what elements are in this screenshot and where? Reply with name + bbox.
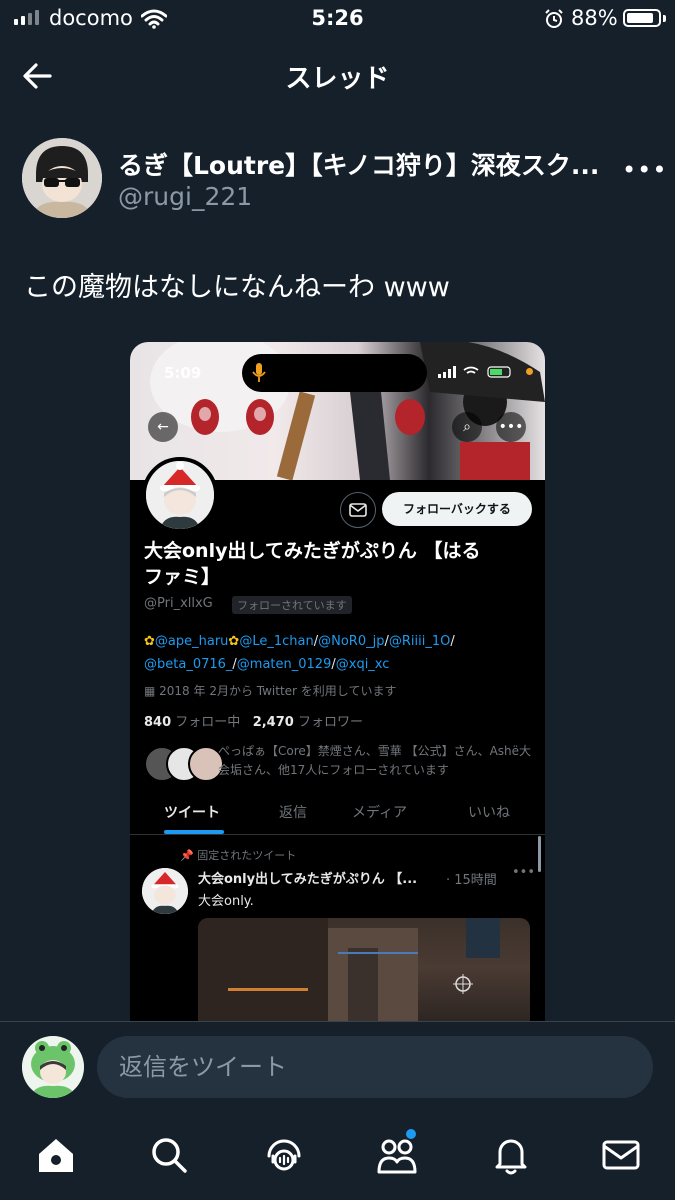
embedded-profile-avatar — [142, 457, 218, 533]
bio-mention: @Riiii_1O — [388, 634, 451, 649]
embedded-followers-count: 2,470 — [252, 715, 294, 730]
embedded-profile-tabs: ツイート 返信 メディア いいね — [130, 794, 545, 835]
embedded-privacy-dot — [526, 368, 533, 375]
calendar-icon: ▦ — [144, 684, 160, 698]
embedded-tweet-avatar — [142, 868, 188, 914]
embedded-tab-media: メディア — [352, 805, 408, 821]
embedded-avatar-art — [146, 461, 214, 529]
tweet-media-image[interactable]: 5:09 ← ⌕ ••• フォローバックする 大会only出してみたぎがぷりん … — [130, 342, 545, 1022]
bio-mention: @ape_haru — [154, 634, 229, 649]
embedded-joined-date: ▦ 2018 年 2月から Twitter を利用しています — [144, 682, 396, 699]
embedded-profile-name-line1: 大会only出してみたぎがぷりん 【はる — [144, 540, 481, 562]
microphone-icon — [252, 363, 266, 382]
reply-input[interactable]: 返信をツイート — [97, 1036, 653, 1098]
battery-level — [627, 13, 653, 23]
embedded-scroll-indicator — [538, 836, 541, 872]
embedded-mutual-followers: ぺっぱぁ【Core】禁煙さん、雪華 【公式】さん、Ashë大会垢さん、他17人に… — [218, 744, 532, 777]
embedded-tab-replies: 返信 — [279, 805, 307, 821]
embedded-search-icon: ⌕ — [452, 412, 482, 442]
embedded-message-icon — [340, 492, 376, 528]
embedded-followers-label: フォロワー — [297, 715, 363, 730]
author-avatar[interactable] — [22, 138, 102, 218]
embedded-tab-tweets: ツイート — [164, 805, 220, 821]
messages-icon[interactable] — [600, 1134, 642, 1176]
embedded-profile-name: 大会only出してみたぎがぷりん 【はる ファミ】 — [144, 538, 534, 590]
bio-mention: @beta_0716_ — [144, 657, 233, 672]
embedded-profile-name-line2: ファミ】 — [144, 566, 221, 588]
bio-mention: @Le_1chan — [239, 634, 314, 649]
dynamic-island — [242, 354, 427, 392]
bottom-tab-bar — [0, 1113, 675, 1200]
embedded-pinned-text: 固定されたツイート — [197, 849, 297, 862]
spaces-icon[interactable] — [263, 1134, 305, 1176]
author-avatar-art — [22, 138, 102, 218]
embedded-more-icon: ••• — [496, 412, 526, 442]
embedded-tweet-avatar-art — [142, 868, 188, 914]
bio-mention: @NoR0_jp — [318, 634, 385, 649]
embedded-tweet-author: 大会only出してみたぎがぷりん 【... — [198, 872, 418, 887]
home-icon[interactable] — [35, 1134, 77, 1176]
alarm-icon — [545, 9, 563, 28]
embedded-status-icons — [438, 366, 511, 378]
embedded-tweet-time: · 15時間 — [446, 873, 497, 888]
pin-icon: 📌 — [180, 849, 194, 862]
embedded-joined-text: 2018 年 2月から Twitter を利用しています — [159, 684, 397, 698]
status-bar: docomo 5:26 88% — [0, 0, 675, 38]
my-avatar-art — [22, 1036, 84, 1098]
embedded-following-count: 840 — [144, 715, 172, 730]
game-scene-art — [198, 918, 500, 1022]
embedded-back-button: ← — [148, 412, 178, 442]
embedded-tweet-text: 大会only. — [198, 894, 254, 909]
bio-mention: @maten_0129 — [236, 657, 332, 672]
battery-cap — [663, 15, 666, 22]
more-options-button[interactable]: ••• — [622, 156, 667, 184]
embedded-follow-stats: 840 フォロー中 2,470 フォロワー — [144, 711, 363, 730]
battery-icon — [623, 9, 661, 27]
communities-icon[interactable] — [376, 1134, 418, 1176]
communities-badge-dot — [406, 1129, 416, 1139]
embedded-pinned-label: 📌 固定されたツイート — [180, 847, 296, 863]
embedded-tab-likes: いいね — [468, 805, 510, 821]
embedded-active-tab-indicator — [164, 830, 224, 834]
sunflower-icon: ✿ — [144, 634, 155, 649]
search-icon[interactable] — [148, 1134, 190, 1176]
embedded-game-video — [198, 918, 530, 1022]
embedded-profile-bio: ✿@ape_haru✿@Le_1chan/@NoR0_jp/@Riiii_1O/… — [144, 630, 534, 676]
embedded-following-label: フォロー中 — [175, 715, 241, 730]
embedded-follow-back-button: フォローバックする — [382, 492, 532, 526]
embedded-follows-you-badge: フォローされています — [232, 596, 352, 614]
tweet-text: この魔物はなしになんねーわ www — [24, 272, 450, 303]
my-avatar[interactable] — [22, 1036, 84, 1098]
battery-percent: 88% — [571, 6, 618, 30]
embedded-status-time: 5:09 — [164, 364, 202, 382]
embedded-profile-handle: @Pri_xllxG — [144, 596, 213, 611]
sunflower-icon: ✿ — [228, 634, 240, 649]
embedded-tweet-more-icon: ••• — [512, 865, 536, 880]
bio-separator: / — [450, 634, 455, 649]
bio-mention: @xqi_xc — [335, 657, 390, 672]
author-handle[interactable]: @rugi_221 — [118, 182, 252, 211]
author-name[interactable]: るぎ【Loutre】【キノコ狩り】深夜スク... — [118, 146, 608, 182]
page-title: スレッド — [285, 64, 390, 94]
notifications-icon[interactable] — [490, 1134, 532, 1176]
